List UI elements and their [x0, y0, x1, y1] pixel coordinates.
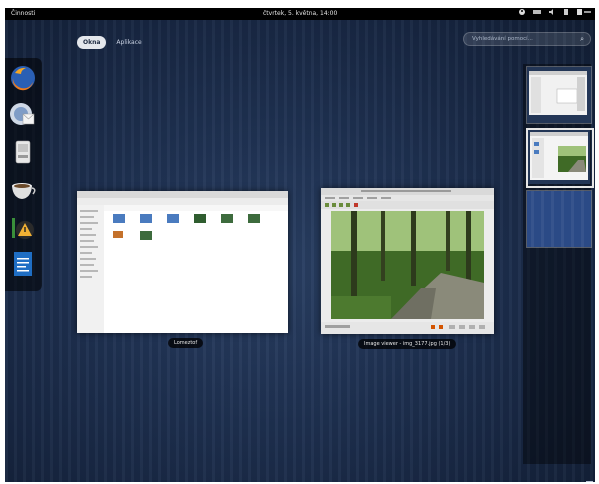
- search-input[interactable]: Vyhledávání pomocí... ⌕: [463, 32, 591, 46]
- activities-button[interactable]: Činnosti: [11, 10, 35, 17]
- accessibility-icon[interactable]: [519, 9, 525, 15]
- cup-icon[interactable]: [9, 176, 37, 204]
- window-file-manager[interactable]: [77, 191, 288, 333]
- software-update-icon[interactable]: [9, 212, 37, 240]
- view-tabs: Okna Aplikace: [77, 36, 148, 49]
- status-area: [519, 9, 591, 15]
- window-label-image-viewer[interactable]: Image viewer - img_3177.jpg (1/3): [358, 339, 457, 349]
- tab-applications[interactable]: Aplikace: [110, 36, 147, 49]
- workspace-2[interactable]: [526, 128, 594, 188]
- document-icon[interactable]: [9, 250, 37, 278]
- volume-icon[interactable]: [549, 9, 555, 15]
- user-icon[interactable]: [577, 9, 591, 15]
- dash: [5, 58, 42, 291]
- tab-windows[interactable]: Okna: [77, 36, 107, 49]
- keyboard-icon[interactable]: [533, 9, 541, 15]
- top-bar: Činnosti čtvrtek, 5. května, 14:00: [5, 8, 595, 20]
- files-icon[interactable]: [9, 138, 37, 166]
- window-image-viewer[interactable]: [321, 188, 494, 334]
- workspace-1[interactable]: [526, 66, 592, 124]
- workspace-switcher: [523, 64, 594, 464]
- message-tray-icon[interactable]: [586, 473, 593, 482]
- workspace-3[interactable]: [526, 190, 592, 248]
- mail-icon[interactable]: [9, 100, 37, 128]
- window-label-file-manager[interactable]: Lomeztof: [168, 338, 204, 348]
- battery-icon[interactable]: [563, 9, 569, 15]
- firefox-icon[interactable]: [9, 64, 37, 92]
- search-placeholder: Vyhledávání pomocí...: [472, 36, 533, 42]
- search-icon: ⌕: [580, 35, 584, 43]
- desktop-overview: Činnosti čtvrtek, 5. května, 14:00 Okna …: [5, 8, 595, 482]
- clock[interactable]: čtvrtek, 5. května, 14:00: [263, 10, 337, 17]
